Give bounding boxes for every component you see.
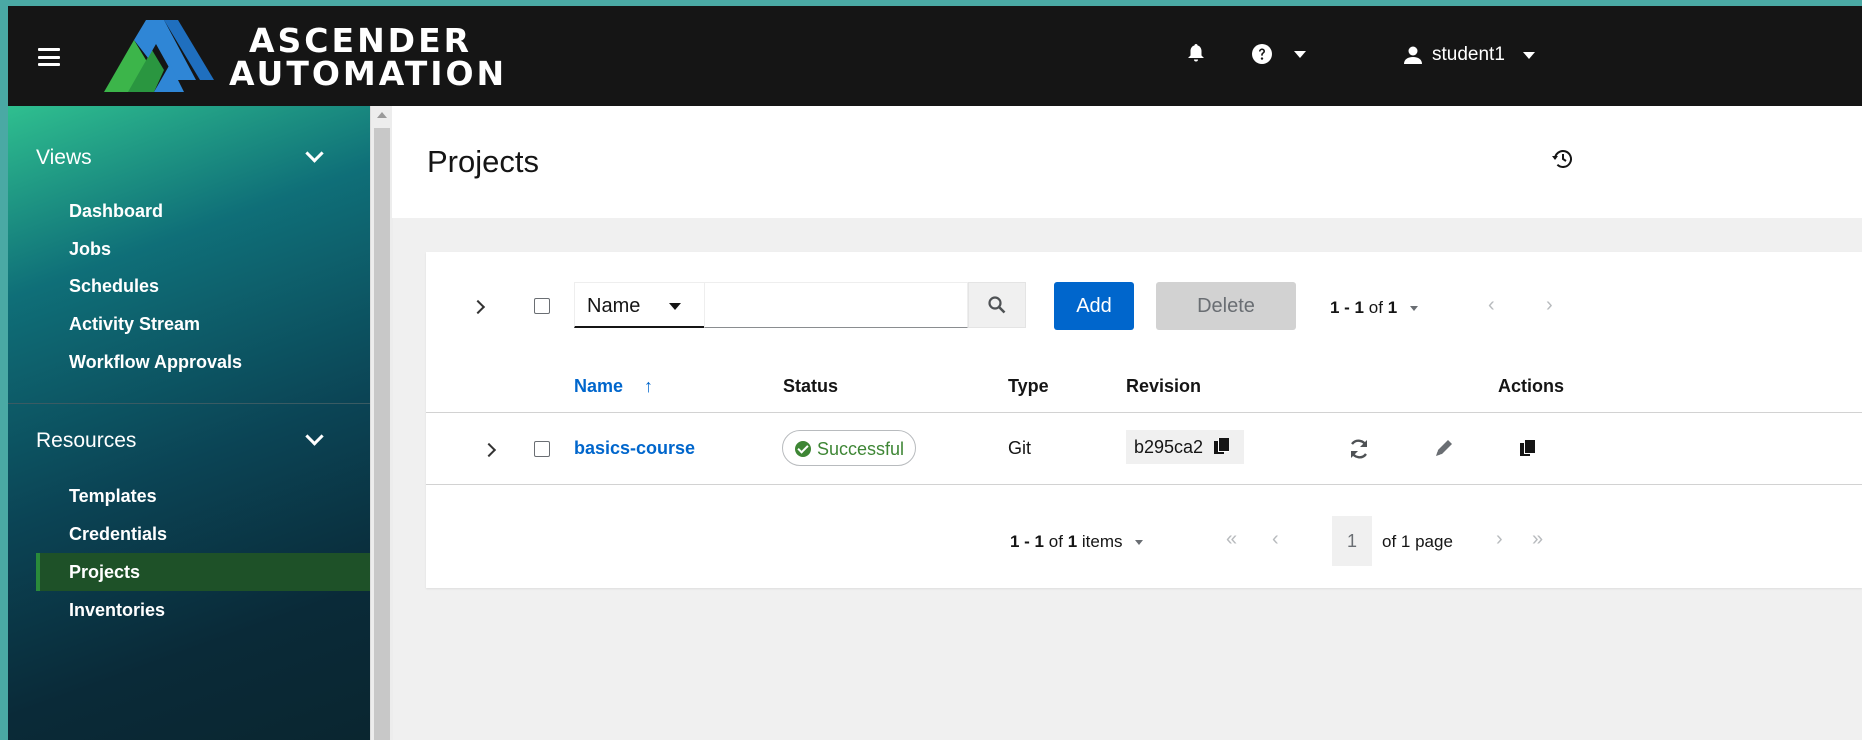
check-circle-icon [795,441,811,457]
sidebar-item-activity-stream[interactable]: Activity Stream [36,305,370,343]
column-label-name: Name [574,376,624,396]
nav-group-views[interactable]: Views [36,146,92,170]
footer-items-label: items [1081,532,1123,551]
column-header-revision[interactable]: Revision [1126,376,1201,397]
chevron-down-icon [1135,540,1144,546]
search-button[interactable] [968,282,1026,328]
sidebar-item-credentials[interactable]: Credentials [36,515,370,553]
projects-list-card: Name Add Delete 1 - 1 of 1 ‹ › Name ↑ St… [426,252,1862,588]
revision-value: b295ca2 [1134,437,1204,457]
next-page-icon[interactable]: › [1546,294,1553,317]
brand-line-1: ASCENDER [249,21,473,60]
chevron-down-icon [1409,306,1418,312]
revision-field: b295ca2 [1126,430,1244,464]
expand-row-chevron-icon[interactable] [481,442,497,458]
sidebar-nav: Views Dashboard Jobs Schedules Activity … [8,106,370,740]
nav-divider [8,403,370,404]
sidebar-scrollbar[interactable] [370,106,393,740]
search-icon [988,296,1006,314]
select-all-checkbox[interactable] [534,298,550,314]
delete-button[interactable]: Delete [1156,282,1296,330]
notifications-button[interactable] [1188,44,1204,64]
edit-icon[interactable] [1434,438,1454,458]
sidebar-item-projects[interactable]: Projects [36,553,370,591]
column-header-actions: Actions [1498,376,1565,396]
search-input[interactable] [704,282,968,328]
scrollbar-thumb[interactable] [374,128,390,740]
pagination-total: 1 [1387,298,1398,317]
sidebar-item-inventories[interactable]: Inventories [36,591,370,629]
chevron-down-icon [669,303,681,310]
sort-ascending-icon: ↑ [644,376,654,396]
pagination-of: of [1368,298,1383,317]
sidebar-item-templates[interactable]: Templates [36,477,370,515]
add-button[interactable]: Add [1054,282,1134,330]
next-page-icon[interactable]: › [1496,528,1503,551]
sidebar-item-jobs[interactable]: Jobs [36,230,370,268]
previous-page-icon[interactable]: ‹ [1272,528,1279,551]
hamburger-menu-icon[interactable] [38,48,60,66]
app-window: ASCENDER AUTOMATION student1 Views Dashb… [8,6,1862,740]
copy-icon[interactable] [1520,440,1535,456]
column-header-type[interactable]: Type [1008,376,1049,397]
chevron-down-icon[interactable] [305,427,324,446]
sync-icon[interactable] [1348,438,1370,460]
last-page-icon[interactable]: » [1532,528,1543,551]
chevron-down-icon[interactable] [305,144,324,163]
footer-of: of [1048,532,1063,551]
brand-name: ASCENDER AUTOMATION [229,24,507,90]
ascender-logo-icon [104,20,214,92]
user-menu-button[interactable]: student1 [1404,44,1535,66]
expand-all-chevron-icon[interactable] [470,299,486,315]
pagination-range: 1 - 1 [1330,298,1365,317]
help-icon [1252,44,1272,64]
top-header: ASCENDER AUTOMATION student1 [8,6,1862,106]
top-pagination-toggle[interactable]: 1 - 1 of 1 [1330,298,1418,318]
chevron-down-icon [1294,50,1306,58]
sidebar-item-workflow-approvals[interactable]: Workflow Approvals [36,343,370,381]
nav-group-resources[interactable]: Resources [36,429,136,453]
username: student1 [1432,44,1505,65]
table-divider [426,484,1862,485]
bell-icon [1188,44,1204,62]
copy-icon[interactable] [1214,438,1229,454]
help-menu-button[interactable] [1252,44,1306,64]
sidebar-item-dashboard[interactable]: Dashboard [36,192,370,230]
bottom-pagination-toggle[interactable]: 1 - 1 of 1 items [1010,532,1144,552]
user-icon [1404,46,1422,64]
scroll-up-arrow-icon[interactable] [377,112,387,118]
page-count-label: of 1 page [1382,532,1453,551]
first-page-icon[interactable]: « [1226,528,1237,551]
search-attribute-select[interactable]: Name [574,282,704,328]
current-page-input[interactable]: 1 [1332,516,1372,566]
status-text: Successful [817,439,905,459]
page-title: Projects [427,144,539,179]
history-icon[interactable] [1552,148,1574,170]
row-checkbox[interactable] [534,441,550,457]
sidebar-item-schedules[interactable]: Schedules [36,267,370,305]
status-badge[interactable]: Successful [782,430,916,466]
column-header-name[interactable]: Name ↑ [574,376,653,397]
table-divider [426,412,1862,413]
previous-page-icon[interactable]: ‹ [1488,294,1495,317]
column-header-status[interactable]: Status [783,376,838,397]
footer-range: 1 - 1 [1010,532,1045,551]
search-attribute-label: Name [587,295,641,317]
project-type: Git [1008,438,1032,458]
page-header: Projects [392,106,1862,218]
chevron-down-icon [1522,51,1535,59]
footer-total: 1 [1067,532,1078,551]
brand-line-2: AUTOMATION [229,54,508,93]
project-name-link[interactable]: basics-course [574,438,695,458]
